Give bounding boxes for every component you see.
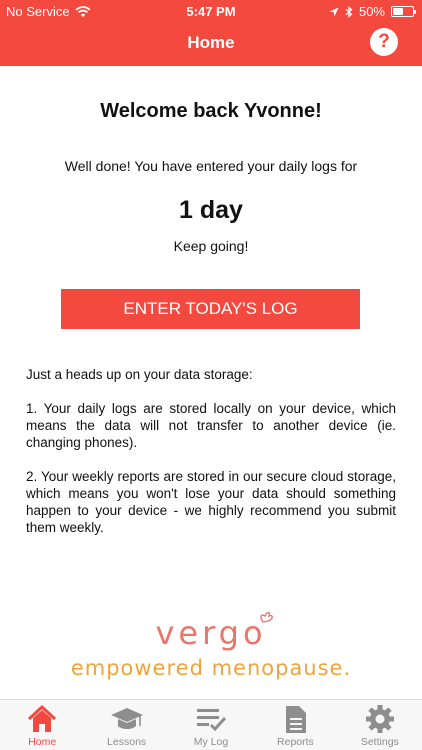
log-day-count: 1 day — [179, 196, 243, 224]
tab-label: Lessons — [107, 736, 147, 748]
graduation-cap-icon — [110, 708, 143, 729]
bluetooth-icon — [345, 5, 353, 18]
logo-flower-icon — [260, 611, 273, 623]
vergo-logo: vergo empowered menopause. — [0, 608, 422, 688]
tab-reports[interactable]: Reports — [253, 700, 337, 750]
battery-icon — [391, 6, 416, 17]
app-header: No Service 5:47 PM 50% Home ? — [0, 0, 422, 66]
welcome-heading: Welcome back Yvonne! — [100, 100, 322, 122]
log-intro-text: Well done! You have entered your daily l… — [64, 158, 358, 174]
home-icon — [28, 705, 57, 732]
location-arrow-icon — [329, 7, 339, 16]
battery-fill — [393, 8, 403, 15]
logo-tagline: empowered menopause. — [70, 656, 352, 680]
tab-label: Home — [28, 736, 57, 748]
status-bar: No Service 5:47 PM 50% — [0, 0, 422, 22]
encouragement-text: Keep going! — [173, 238, 249, 254]
gear-icon — [365, 705, 394, 733]
storage-heading: Just a heads up on your data storage: — [26, 367, 253, 382]
status-right: 50% — [329, 4, 416, 19]
logo-wordmark: vergo — [155, 614, 267, 652]
document-icon — [286, 706, 307, 733]
tab-bar: Home Lessons My Log Reports Settings — [0, 699, 422, 750]
tab-lessons[interactable]: Lessons — [84, 700, 168, 750]
page-title: Home — [187, 33, 235, 52]
tab-label: Reports — [277, 736, 314, 748]
storage-point-local: 1. Your daily logs are stored locally on… — [26, 401, 396, 450]
storage-point-cloud: 2. Your weekly reports are stored in our… — [26, 469, 396, 535]
tab-label: Settings — [360, 736, 399, 748]
storage-info: Just a heads up on your data storage: 1.… — [26, 366, 396, 553]
tab-my-log[interactable]: My Log — [169, 700, 253, 750]
help-button[interactable]: ? — [370, 28, 398, 56]
tab-settings[interactable]: Settings — [338, 700, 422, 750]
checklist-icon — [197, 709, 227, 732]
tab-label: My Log — [193, 736, 229, 748]
enter-todays-log-button[interactable]: ENTER TODAY'S LOG — [61, 289, 360, 329]
battery-percent: 50% — [358, 4, 385, 19]
tab-home[interactable]: Home — [0, 700, 84, 750]
